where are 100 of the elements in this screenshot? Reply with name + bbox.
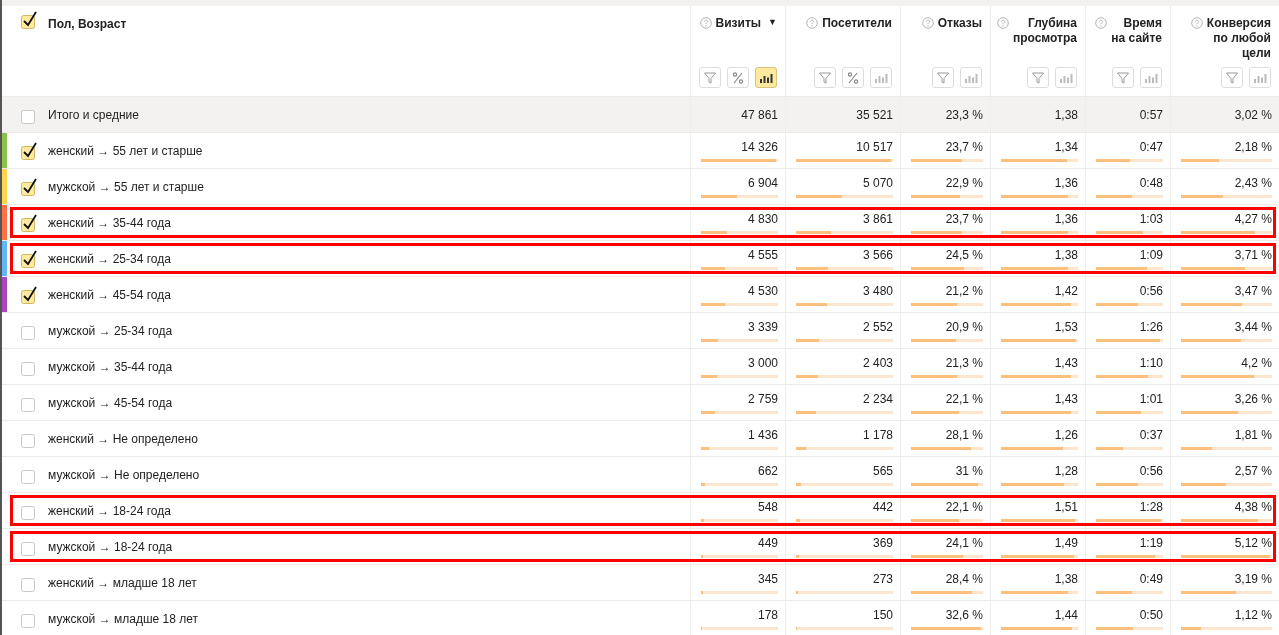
- table-cell-text: 3,71 %: [1233, 247, 1272, 262]
- table-cell-text: 23,7 %: [944, 211, 983, 226]
- table-cell-text: 21,3 %: [944, 355, 983, 370]
- column-heading[interactable]: Отказы: [937, 16, 982, 31]
- checkbox[interactable]: [20, 10, 40, 30]
- table-cell-text: 1:03: [1138, 211, 1163, 226]
- table-cell-text: 3 566: [861, 247, 893, 262]
- row-label: женский → 35-44 года: [48, 215, 171, 230]
- table-cell-text: 0:49: [1138, 571, 1163, 586]
- help-icon[interactable]: [699, 17, 712, 29]
- row-label: Итого и средние: [48, 107, 139, 122]
- row-label: женский → Не определено: [48, 431, 198, 446]
- table-cell-text: 14 326: [740, 139, 778, 154]
- table-cell-text: 1:09: [1138, 247, 1163, 262]
- row-label: женский → 25-34 года: [48, 251, 171, 266]
- table-cell-text: 1,36: [1053, 175, 1078, 190]
- table-cell-text: 1,53: [1053, 319, 1078, 334]
- checkbox[interactable]: [20, 248, 40, 269]
- table-cell-text: 1:26: [1138, 319, 1163, 334]
- table-cell-text: 35 521: [855, 107, 893, 122]
- help-icon[interactable]: [1095, 17, 1108, 29]
- table-cell-text: 1,43: [1053, 391, 1078, 406]
- table-cell-text: 1 178: [861, 427, 893, 442]
- table-cell-text: 0:57: [1138, 107, 1163, 122]
- filter-button[interactable]: [1027, 67, 1049, 88]
- table-cell-text: 4,2 %: [1240, 355, 1272, 370]
- sort-indicator[interactable]: ▼: [768, 17, 777, 27]
- table-cell-text: 178: [756, 607, 778, 622]
- table-cell-text: 3,44 %: [1233, 319, 1272, 334]
- table-cell-text: 3,26 %: [1233, 391, 1272, 406]
- percent-icon: [731, 70, 745, 85]
- filter-button[interactable]: [1112, 67, 1134, 88]
- filter-button[interactable]: [1221, 67, 1243, 88]
- table-cell-text: 0:47: [1138, 139, 1163, 154]
- column-heading[interactable]: Конверсия по любой цели: [1206, 16, 1271, 61]
- filter-icon: [703, 70, 717, 85]
- table-cell-text: 2 234: [861, 391, 893, 406]
- column-heading[interactable]: Посетители: [822, 16, 892, 31]
- percent-button[interactable]: [842, 67, 864, 88]
- table-cell-text: 0:50: [1138, 607, 1163, 622]
- table-cell-text: 1,81 %: [1233, 427, 1272, 442]
- filter-icon: [1225, 70, 1239, 85]
- column-heading[interactable]: Время на сайте: [1111, 16, 1162, 46]
- column-heading[interactable]: Глубина просмотра: [1012, 16, 1077, 46]
- table-cell-text: 2,57 %: [1233, 463, 1272, 478]
- help-icon[interactable]: [996, 17, 1009, 29]
- help-icon[interactable]: [806, 17, 819, 29]
- table-cell-text: 442: [871, 499, 893, 514]
- table-cell-text: 1,26: [1053, 427, 1078, 442]
- table-cell-text: 28,1 %: [944, 427, 983, 442]
- filter-button[interactable]: [814, 67, 836, 88]
- checkbox[interactable]: [20, 284, 40, 305]
- table-cell-text: 4,27 %: [1233, 211, 1272, 226]
- table-cell-text: 1,42: [1053, 283, 1078, 298]
- table-cell-text: 1,28: [1053, 463, 1078, 478]
- table-cell-text: 1,38: [1053, 247, 1078, 262]
- table-cell-text: 0:48: [1138, 175, 1163, 190]
- table-cell-text: 1,51: [1053, 499, 1078, 514]
- table-cell-text: 1,43: [1053, 355, 1078, 370]
- filter-icon: [1116, 70, 1130, 85]
- row-label: мужской → Не определено: [48, 467, 200, 482]
- row-label: женский → 55 лет и старше: [48, 143, 203, 158]
- row-label: мужской → младше 18 лет: [48, 611, 198, 626]
- column-heading[interactable]: Визиты: [715, 16, 762, 31]
- table-cell-text: 1,38: [1053, 571, 1078, 586]
- bars-button[interactable]: [755, 67, 777, 88]
- table-cell-text: 4 555: [746, 247, 778, 262]
- table-cell-text: 1,44: [1053, 607, 1078, 622]
- table-cell-text: 20,9 %: [944, 319, 983, 334]
- percent-button[interactable]: [727, 67, 749, 88]
- table-cell-text: 1 436: [746, 427, 778, 442]
- table-cell-text: 3,19 %: [1233, 571, 1272, 586]
- filter-button[interactable]: [932, 67, 954, 88]
- row-label: мужской → 45-54 года: [48, 395, 173, 410]
- help-icon[interactable]: [921, 17, 934, 29]
- table-cell-text: 0:56: [1138, 283, 1163, 298]
- table-cell-text: 4 830: [746, 211, 778, 226]
- table-cell-text: 22,9 %: [944, 175, 983, 190]
- table-cell-text: 273: [871, 571, 893, 586]
- table-cell-text: 4,38 %: [1233, 499, 1272, 514]
- table-cell-text: 28,4 %: [944, 571, 983, 586]
- help-icon[interactable]: [1190, 17, 1203, 29]
- table-cell-text: 22,1 %: [944, 391, 983, 406]
- table-cell-text: 47 861: [740, 107, 778, 122]
- percent-icon: [846, 70, 860, 85]
- table-cell-text: 22,1 %: [944, 499, 983, 514]
- row-label: женский → младше 18 лет: [48, 575, 197, 590]
- row-label: мужской → 25-34 года: [48, 323, 173, 338]
- checkbox[interactable]: [20, 176, 40, 197]
- filter-button[interactable]: [699, 67, 721, 88]
- checkbox[interactable]: [20, 212, 40, 233]
- table-cell-text: 10 517: [855, 139, 893, 154]
- table-cell-text: 2 403: [861, 355, 893, 370]
- table-cell-text: 0:56: [1138, 463, 1163, 478]
- filter-icon: [1031, 70, 1045, 85]
- row-label: мужской → 35-44 года: [48, 359, 173, 374]
- table-cell-text: 5 070: [861, 175, 893, 190]
- row-label: женский → 18-24 года: [48, 503, 171, 518]
- checkbox[interactable]: [20, 140, 40, 161]
- table-cell-text: 1:01: [1138, 391, 1163, 406]
